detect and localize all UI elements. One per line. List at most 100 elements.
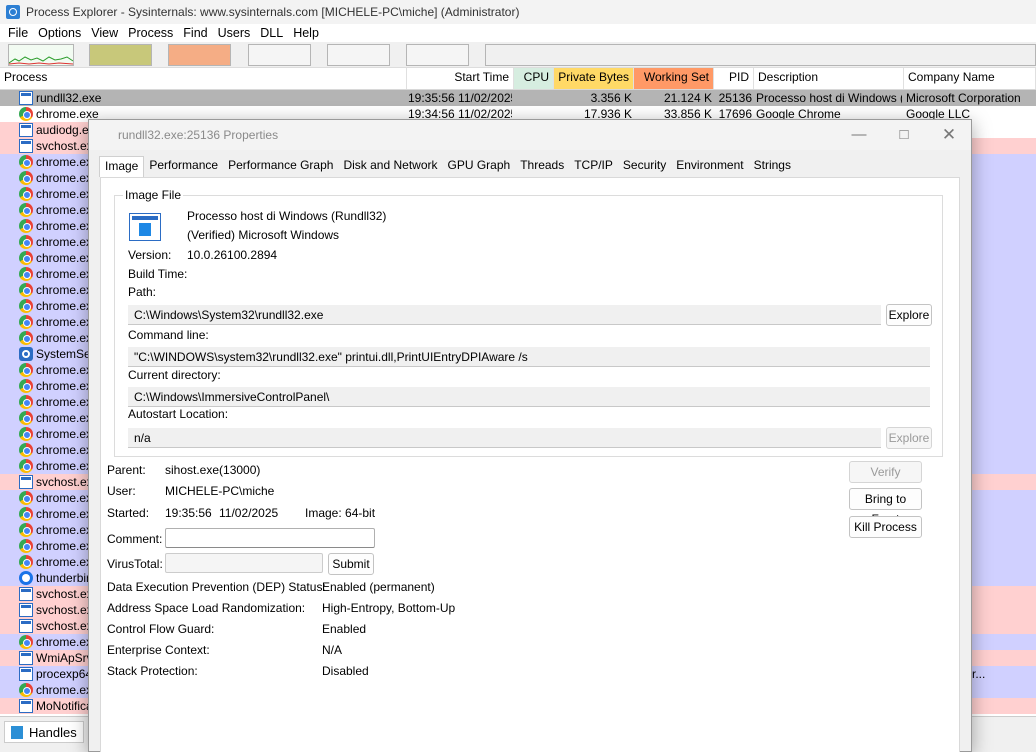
chrome-icon [19, 155, 33, 169]
image-verified: (Verified) Microsoft Windows [187, 228, 340, 242]
stack-protection-label: Stack Protection: [107, 664, 198, 678]
chrome-icon [19, 331, 33, 345]
close-icon[interactable]: ✕ [929, 124, 969, 146]
chrome-icon [19, 539, 33, 553]
tab-tcpip[interactable]: TCP/IP [569, 156, 618, 177]
col-description[interactable]: Description [754, 68, 904, 89]
virustotal-label: VirusTotal: [107, 557, 163, 571]
current-directory-field[interactable]: C:\Windows\ImmersiveControlPanel\ [128, 387, 930, 407]
chrome-icon [19, 395, 33, 409]
tab-disk-network[interactable]: Disk and Network [338, 156, 442, 177]
process-explorer-icon [6, 5, 20, 19]
tab-image[interactable]: Image [99, 156, 145, 177]
main-titlebar[interactable]: Process Explorer - Sysinternals: www.sys… [0, 0, 1036, 24]
command-line-label: Command line: [128, 328, 209, 342]
chrome-icon [19, 635, 33, 649]
started-label: Started: [107, 506, 150, 520]
col-working-set[interactable]: Working Set [634, 68, 714, 89]
process-name: rundll32.exe [36, 91, 102, 105]
description-cell: Processo host di Windows (... [756, 91, 902, 105]
col-pid[interactable]: PID [714, 68, 754, 89]
explore-autostart-button[interactable]: Explore [886, 427, 932, 449]
window-icon [19, 139, 33, 153]
chrome-icon [19, 251, 33, 265]
chrome-icon [19, 299, 33, 313]
autostart-field[interactable]: n/a [128, 428, 881, 448]
chrome-icon [19, 235, 33, 249]
tab-strings[interactable]: Strings [749, 156, 796, 177]
tab-performance[interactable]: Performance [144, 156, 223, 177]
tab-gpu-graph[interactable]: GPU Graph [442, 156, 515, 177]
chrome-icon [19, 555, 33, 569]
chrome-icon [19, 411, 33, 425]
aslr-label: Address Space Load Randomization: [107, 601, 306, 615]
handles-tab[interactable]: Handles [4, 721, 84, 743]
image-file-label: Image File [123, 188, 184, 202]
menu-find[interactable]: Find [179, 26, 213, 40]
menu-options[interactable]: Options [34, 26, 87, 40]
private-bytes-cell: 3.356 K [590, 91, 632, 105]
table-row[interactable]: rundll32.exe 19:35:56 11/02/2025 3.356 K 21… [0, 90, 1036, 106]
start-time-cell: 19:35:56 11/02/2025 [408, 91, 512, 105]
version-value: 10.0.26100.2894 [187, 248, 278, 262]
col-process[interactable]: Process [0, 68, 407, 89]
window-icon [19, 603, 33, 617]
chrome-icon [19, 219, 33, 233]
user-label: User: [107, 484, 136, 498]
commit-mini-graph[interactable] [89, 44, 152, 66]
path-field[interactable]: C:\Windows\System32\rundll32.exe [128, 305, 881, 325]
maximize-icon[interactable]: □ [884, 124, 924, 146]
chrome-icon [19, 283, 33, 297]
menu-help[interactable]: Help [289, 26, 325, 40]
network-mini-graph[interactable] [327, 44, 390, 66]
started-time: 19:35:56 [165, 506, 212, 520]
image-tab-panel: Image File Processo host di Windows (Run… [100, 177, 960, 752]
tab-performance-graph[interactable]: Performance Graph [223, 156, 338, 177]
io-mini-graph[interactable] [248, 44, 311, 66]
kill-process-button[interactable]: Kill Process [849, 516, 922, 538]
window-icon [19, 123, 33, 137]
col-private-bytes[interactable]: Private Bytes [554, 68, 634, 89]
submit-button[interactable]: Submit [328, 553, 374, 575]
command-line-field[interactable]: "C:\WINDOWS\system32\rundll32.exe" print… [128, 347, 930, 367]
bring-to-front-button[interactable]: Bring to Front [849, 488, 922, 526]
tab-security[interactable]: Security [618, 156, 671, 177]
process-list-header: Process Start Time CPU Private Bytes Wor… [0, 68, 1036, 90]
col-start-time[interactable]: Start Time [407, 68, 514, 89]
physical-memory-mini-graph[interactable] [168, 44, 231, 66]
menu-dll[interactable]: DLL [256, 26, 289, 40]
pid-cell: 25136 [718, 91, 752, 105]
chrome-icon [19, 443, 33, 457]
chrome-icon [19, 427, 33, 441]
col-company[interactable]: Company Name [904, 68, 1036, 89]
comment-label: Comment: [107, 532, 163, 546]
explore-path-button[interactable]: Explore [886, 304, 932, 326]
menu-file[interactable]: File [4, 26, 34, 40]
menu-process[interactable]: Process [124, 26, 179, 40]
menu-view[interactable]: View [87, 26, 124, 40]
disk-mini-graph[interactable] [406, 44, 469, 66]
tab-threads[interactable]: Threads [515, 156, 569, 177]
path-label: Path: [128, 285, 157, 299]
dep-label: Data Execution Prevention (DEP) Status: [107, 580, 326, 594]
dialog-titlebar[interactable]: rundll32.exe:25136 Properties — □ ✕ [89, 120, 971, 150]
menu-users[interactable]: Users [214, 26, 257, 40]
chrome-icon [19, 379, 33, 393]
started-date: 11/02/2025 [219, 506, 279, 520]
gpu-mini-graph[interactable] [485, 44, 1036, 66]
version-label: Version: [128, 248, 172, 262]
minimize-icon[interactable]: — [839, 124, 879, 146]
comment-input[interactable] [165, 528, 375, 548]
cpu-mini-graph[interactable] [8, 44, 74, 66]
chrome-icon [19, 523, 33, 537]
user-value: MICHELE-PC\miche [165, 484, 275, 498]
col-cpu[interactable]: CPU [514, 68, 554, 89]
tab-environment[interactable]: Environment [671, 156, 748, 177]
chrome-icon [19, 507, 33, 521]
verify-button[interactable]: Verify [849, 461, 922, 483]
chrome-icon [19, 107, 33, 121]
chrome-icon [19, 683, 33, 697]
chrome-icon [19, 187, 33, 201]
toolbar [0, 42, 1036, 68]
virustotal-field [165, 553, 323, 573]
